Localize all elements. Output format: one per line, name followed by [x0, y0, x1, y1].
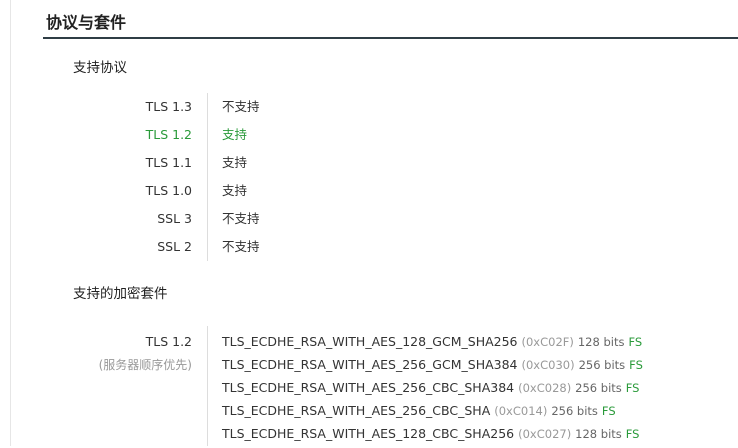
protocol-row-tls11: TLS 1.1 支持 [0, 149, 738, 177]
protocol-row-ssl2: SSL 2 不支持 [0, 233, 738, 261]
protocol-status: 支持 [222, 127, 248, 142]
cipher-suite-bits: 128 bits [577, 335, 625, 349]
section-title: 协议与套件 [46, 13, 127, 32]
cipher-suite-list: TLS_ECDHE_RSA_WITH_AES_128_GCM_SHA256 (0… [222, 333, 643, 448]
cipher-suite-item: TLS_ECDHE_RSA_WITH_AES_256_GCM_SHA384 (0… [222, 356, 643, 379]
protocol-name: TLS 1.0 [145, 183, 192, 198]
cipher-suite-hex: (0xC027) [518, 427, 572, 441]
cipher-suite-bits: 128 bits [575, 427, 622, 441]
forward-secrecy-badge: FS [625, 381, 640, 395]
protocol-name: SSL 2 [157, 239, 192, 254]
forward-secrecy-badge: FS [601, 404, 616, 418]
protocol-name: TLS 1.3 [145, 99, 192, 114]
cipher-suite-hex: (0xC030) [521, 358, 575, 372]
protocol-status: 支持 [222, 155, 248, 170]
cipher-suite-bits: 256 bits [578, 358, 626, 372]
protocol-row-tls10: TLS 1.0 支持 [0, 177, 738, 205]
cipher-suite-hex: (0xC014) [494, 404, 548, 418]
cipher-suite-name: TLS_ECDHE_RSA_WITH_AES_128_GCM_SHA256 [222, 334, 518, 349]
cipher-suite-hex: (0xC028) [518, 381, 572, 395]
protocol-status: 支持 [222, 183, 248, 198]
cipher-suites-heading: 支持的加密套件 [73, 286, 168, 302]
protocol-row-ssl3: SSL 3 不支持 [0, 205, 738, 233]
cipher-suites-table: TLS 1.2 (服务器顺序优先) TLS_ECDHE_RSA_WITH_AES… [0, 326, 738, 446]
cipher-suite-item: TLS_ECDHE_RSA_WITH_AES_128_CBC_SHA256 (0… [222, 425, 643, 448]
protocol-status: 不支持 [222, 239, 260, 254]
server-order-note: (服务器顺序优先) [98, 358, 192, 372]
cipher-suite-name: TLS_ECDHE_RSA_WITH_AES_256_CBC_SHA384 [222, 380, 515, 395]
cipher-suite-name: TLS_ECDHE_RSA_WITH_AES_256_CBC_SHA [222, 403, 491, 418]
cipher-suite-hex: (0xC02F) [521, 335, 574, 349]
protocols-table: TLS 1.3 不支持 TLS 1.2 支持 TLS 1.1 支持 TLS 1.… [0, 93, 738, 261]
cipher-suite-item: TLS_ECDHE_RSA_WITH_AES_256_CBC_SHA384 (0… [222, 379, 643, 402]
forward-secrecy-badge: FS [625, 427, 640, 441]
section-title-underline [43, 37, 738, 39]
cipher-suite-item: TLS_ECDHE_RSA_WITH_AES_128_GCM_SHA256 (0… [222, 333, 643, 356]
cipher-suite-name: TLS_ECDHE_RSA_WITH_AES_256_GCM_SHA384 [222, 357, 518, 372]
cipher-suite-item: TLS_ECDHE_RSA_WITH_AES_256_CBC_SHA (0xC0… [222, 402, 643, 425]
cipher-suites-table-divider [207, 326, 208, 446]
protocol-status: 不支持 [222, 99, 260, 114]
protocol-row-tls13: TLS 1.3 不支持 [0, 93, 738, 121]
cipher-suite-bits: 256 bits [551, 404, 598, 418]
cipher-suite-bits: 256 bits [575, 381, 622, 395]
protocols-heading: 支持协议 [73, 60, 127, 76]
protocol-name: TLS 1.2 [145, 127, 192, 142]
cipher-suite-name: TLS_ECDHE_RSA_WITH_AES_128_CBC_SHA256 [222, 426, 515, 441]
protocol-name: TLS 1.1 [145, 155, 192, 170]
forward-secrecy-badge: FS [629, 358, 643, 372]
forward-secrecy-badge: FS [628, 335, 643, 349]
protocol-row-tls12: TLS 1.2 支持 [0, 121, 738, 149]
suite-protocol-version: TLS 1.2 [145, 334, 192, 349]
protocol-name: SSL 3 [157, 211, 192, 226]
protocol-status: 不支持 [222, 211, 260, 226]
